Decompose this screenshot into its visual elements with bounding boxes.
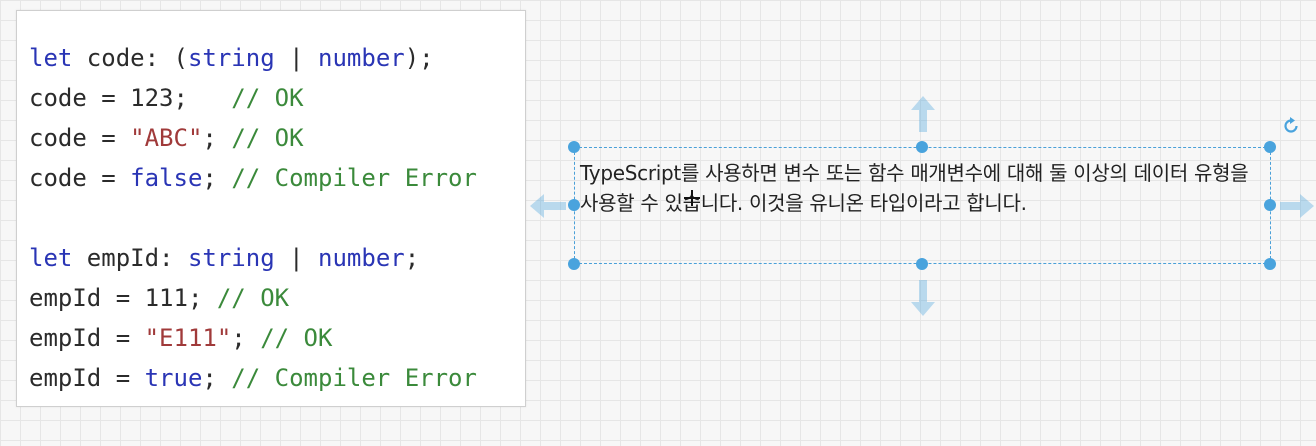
code-token: ; bbox=[202, 164, 232, 192]
resize-handle-right[interactable] bbox=[1264, 199, 1276, 211]
code-token: string bbox=[187, 244, 275, 272]
rotate-icon[interactable] bbox=[1281, 116, 1301, 136]
code-token: code = bbox=[29, 124, 131, 152]
resize-handle-bottom[interactable] bbox=[916, 258, 928, 270]
code-token: string bbox=[187, 44, 275, 72]
diagram-canvas[interactable]: let code: (string | number); code = 123;… bbox=[0, 0, 1316, 446]
code-token: "E111" bbox=[144, 324, 232, 352]
code-line: code = "ABC"; // OK bbox=[29, 123, 304, 153]
code-line: empId = "E111"; // OK bbox=[29, 323, 332, 353]
code-token: // OK bbox=[231, 124, 304, 152]
code-line: let empId: string | number; bbox=[29, 243, 419, 273]
code-token: code = bbox=[29, 164, 131, 192]
code-token: true bbox=[144, 364, 203, 392]
resize-handle-bottom-right[interactable] bbox=[1264, 258, 1276, 270]
text-box-content[interactable]: TypeScript를 사용하면 변수 또는 함수 매개변수에 대해 둘 이상의… bbox=[580, 158, 1260, 218]
code-token: empId = 111; bbox=[29, 284, 217, 312]
code-token: // Compiler Error bbox=[231, 364, 477, 392]
code-token: false bbox=[130, 164, 203, 192]
code-token: let bbox=[29, 244, 73, 272]
code-token: number bbox=[318, 244, 405, 272]
code-token: let bbox=[29, 44, 73, 72]
resize-handle-left[interactable] bbox=[568, 199, 580, 211]
resize-handle-top-left[interactable] bbox=[568, 141, 580, 153]
code-token: // OK bbox=[231, 84, 304, 112]
code-token: | bbox=[274, 44, 319, 72]
code-token: empId = bbox=[29, 364, 145, 392]
resize-handle-top[interactable] bbox=[916, 141, 928, 153]
arrow-left-icon[interactable] bbox=[528, 193, 568, 219]
code-token: // Compiler Error bbox=[231, 164, 477, 192]
code-line: let code: (string | number); bbox=[29, 43, 434, 73]
code-token: code = 123; bbox=[29, 84, 232, 112]
code-token: // OK bbox=[216, 284, 290, 312]
resize-handle-bottom-left[interactable] bbox=[568, 258, 580, 270]
code-token: | bbox=[274, 244, 319, 272]
arrow-up-icon[interactable] bbox=[910, 94, 936, 134]
code-token: ; bbox=[202, 124, 232, 152]
code-token: code: ( bbox=[72, 44, 188, 72]
code-block-shape[interactable]: let code: (string | number); code = 123;… bbox=[16, 10, 526, 407]
code-line: empId = true; // Compiler Error bbox=[29, 363, 477, 393]
resize-handle-top-right[interactable] bbox=[1264, 141, 1276, 153]
code-line: code = 123; // OK bbox=[29, 83, 304, 113]
arrow-down-icon[interactable] bbox=[910, 278, 936, 318]
code-token: "ABC" bbox=[130, 124, 203, 152]
code-token: ; bbox=[404, 244, 420, 272]
code-token: empId: bbox=[72, 244, 188, 272]
code-token: empId = bbox=[29, 324, 145, 352]
code-token: ; bbox=[202, 364, 232, 392]
code-token: // OK bbox=[260, 324, 333, 352]
move-cursor-icon bbox=[684, 190, 700, 206]
arrow-right-icon[interactable] bbox=[1278, 193, 1316, 219]
code-token: ; bbox=[231, 324, 261, 352]
code-line: empId = 111; // OK bbox=[29, 283, 289, 313]
code-line: code = false; // Compiler Error bbox=[29, 163, 477, 193]
code-token: ); bbox=[404, 44, 434, 72]
code-token: number bbox=[318, 44, 405, 72]
